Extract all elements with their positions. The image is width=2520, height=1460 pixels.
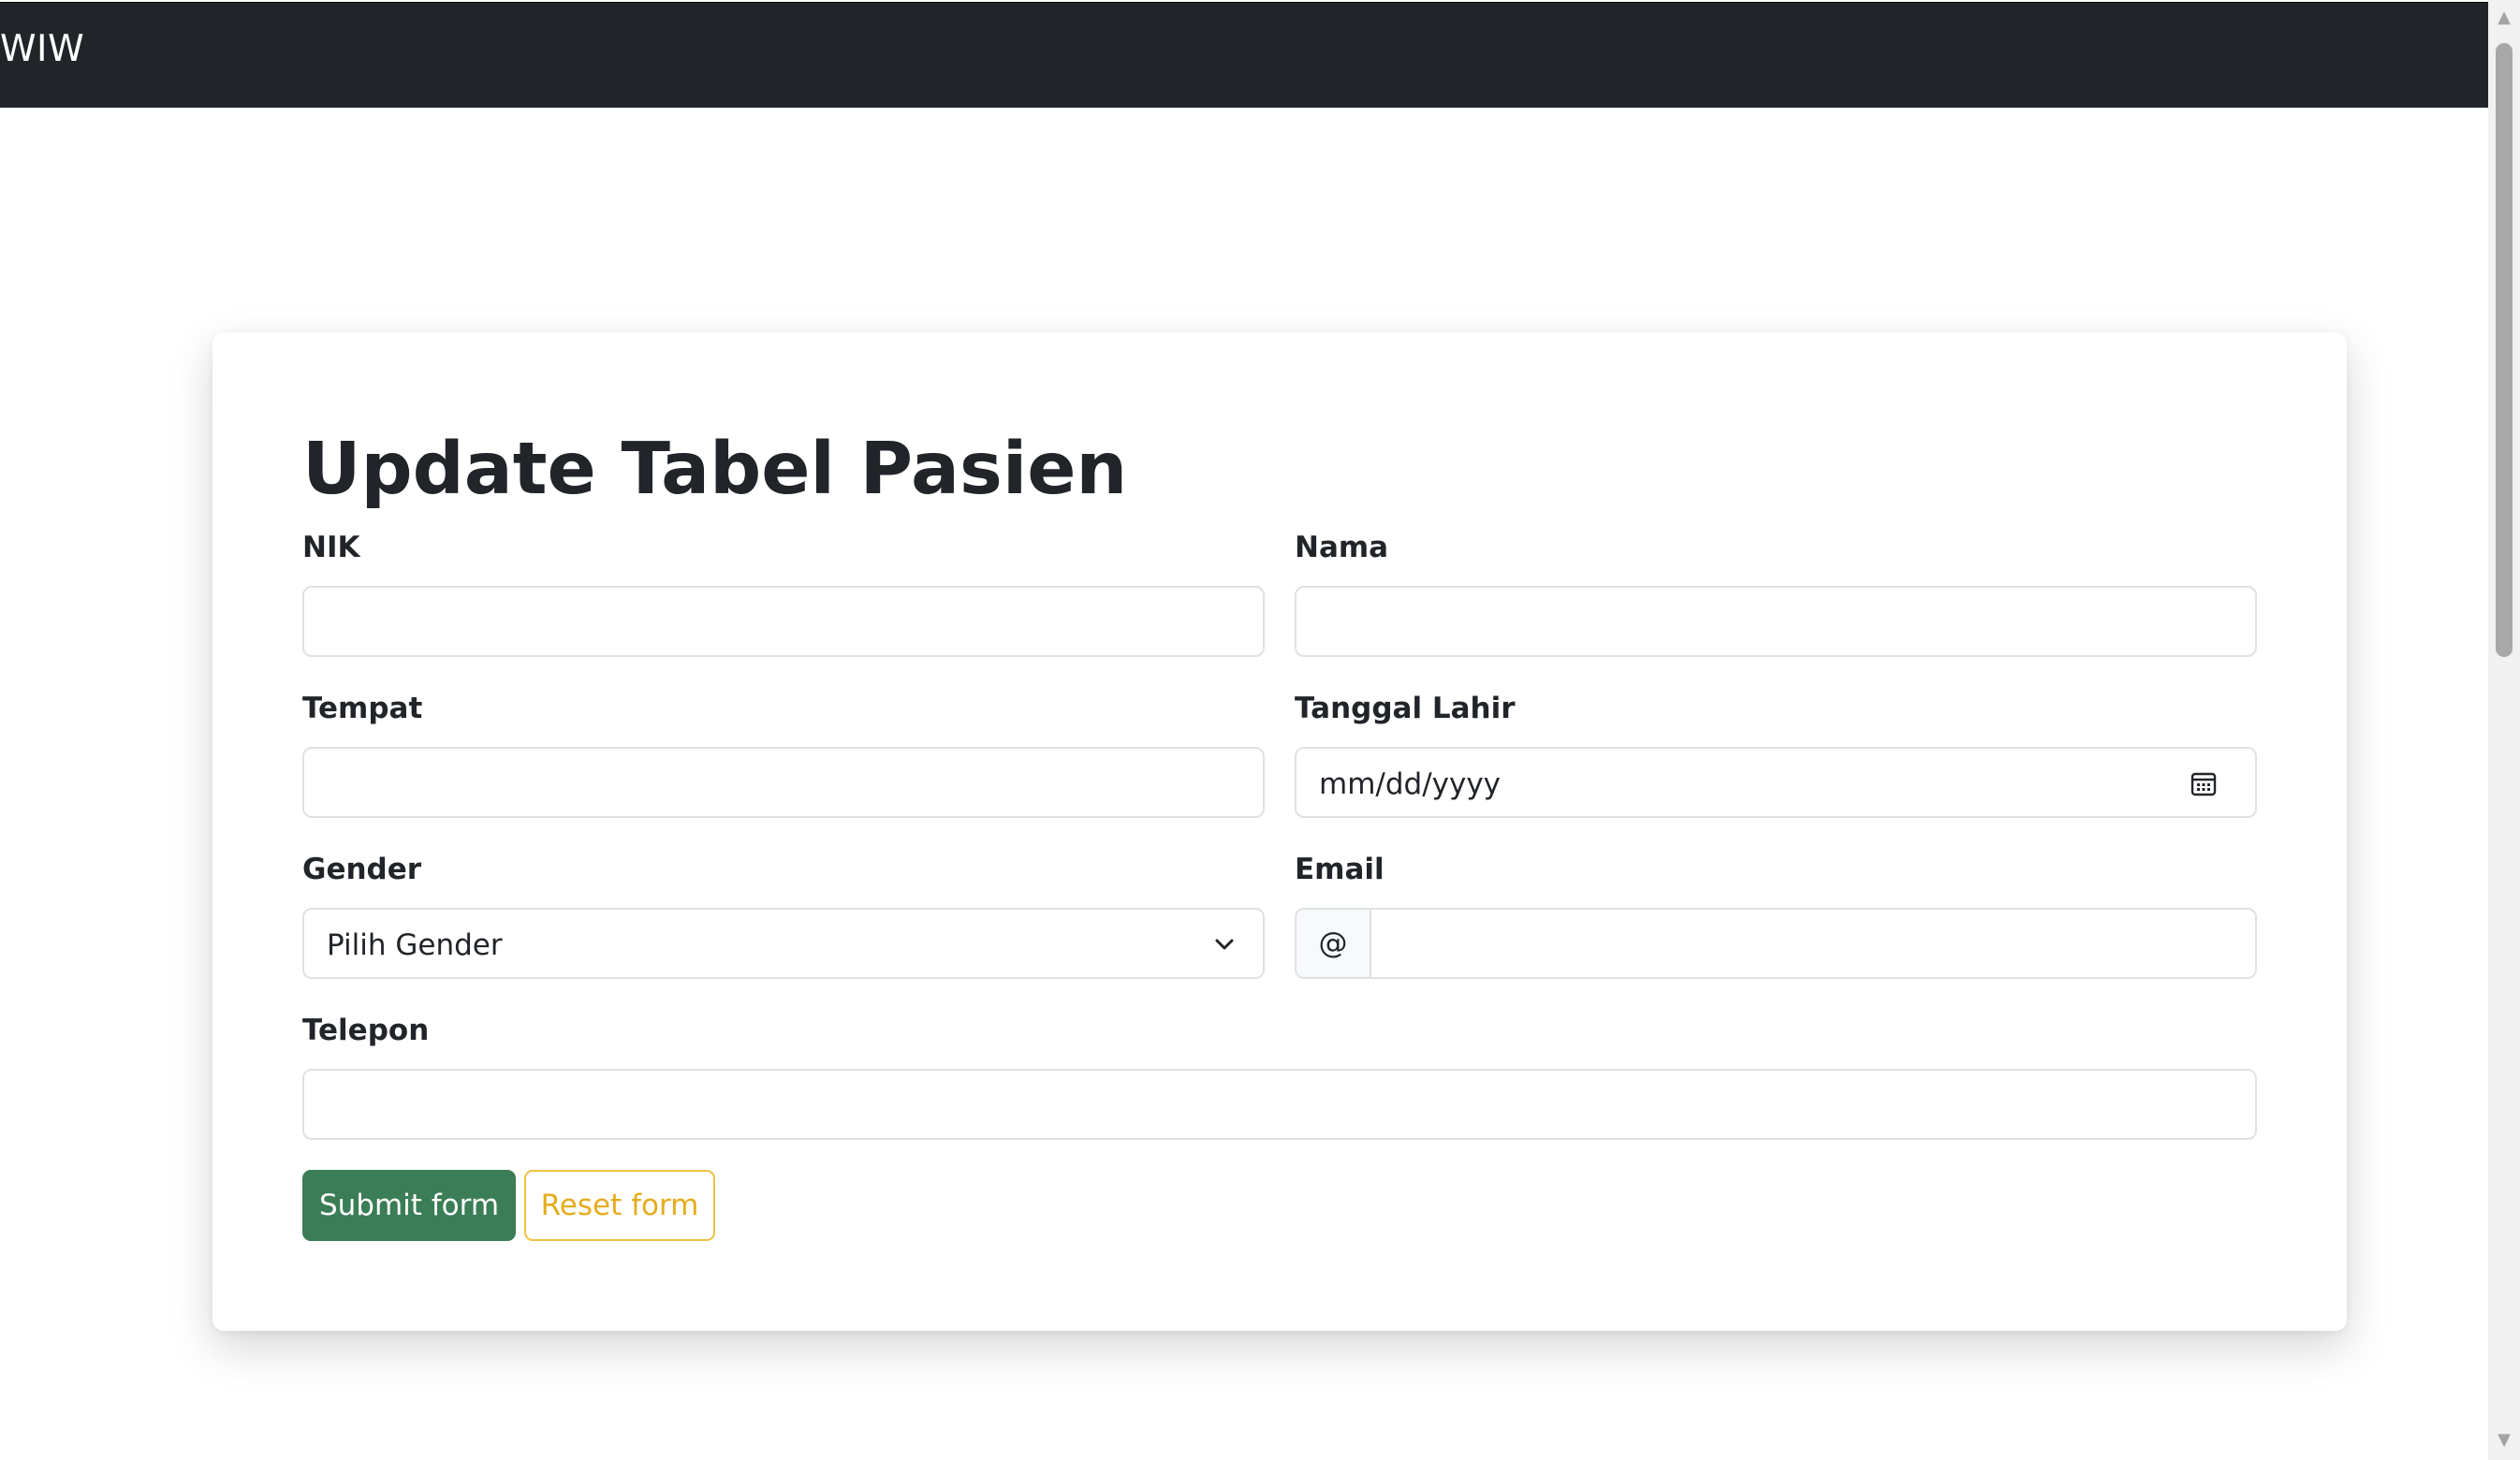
tempat-label: Tempat: [302, 692, 423, 725]
nama-input[interactable]: [1297, 588, 2255, 655]
telepon-input[interactable]: [304, 1071, 2255, 1138]
scrollbar[interactable]: ▲ ▼: [2488, 0, 2520, 1460]
tempat-input[interactable]: [304, 749, 1263, 816]
chevron-down-icon: [1215, 939, 1234, 950]
page: WIW Update Tabel Pasien NIK Nama Tempat …: [0, 0, 2520, 1460]
email-addon: @: [1297, 910, 1371, 977]
gender-label: Gender: [302, 853, 422, 886]
scroll-down-icon[interactable]: ▼: [2488, 1424, 2520, 1456]
telepon-field[interactable]: [302, 1069, 2257, 1140]
reset-button[interactable]: Reset form: [524, 1170, 715, 1241]
page-title: Update Tabel Pasien: [302, 428, 1128, 511]
email-label: Email: [1295, 853, 1385, 886]
nik-input[interactable]: [304, 588, 1263, 655]
tempat-field[interactable]: [302, 747, 1265, 818]
scroll-up-icon[interactable]: ▲: [2488, 2, 2520, 34]
form-card: Update Tabel Pasien NIK Nama Tempat Tang…: [212, 332, 2347, 1331]
email-input[interactable]: [1371, 910, 2255, 977]
tanggal-lahir-label: Tanggal Lahir: [1295, 692, 1516, 725]
navbar: WIW: [0, 2, 2488, 108]
gender-select[interactable]: Pilih Gender: [302, 908, 1265, 979]
tanggal-lahir-field[interactable]: mm/dd/yyyy: [1295, 747, 2257, 818]
nik-label: NIK: [302, 531, 360, 564]
nama-field[interactable]: [1295, 586, 2257, 657]
scroll-thumb[interactable]: [2496, 43, 2513, 657]
brand-logo[interactable]: WIW: [0, 31, 84, 67]
submit-button[interactable]: Submit form: [302, 1170, 516, 1241]
gender-selected-value: Pilih Gender: [327, 928, 503, 962]
calendar-icon[interactable]: [2190, 769, 2218, 797]
nama-label: Nama: [1295, 531, 1389, 564]
nik-field[interactable]: [302, 586, 1265, 657]
email-field[interactable]: @: [1295, 908, 2257, 979]
date-placeholder: mm/dd/yyyy: [1319, 767, 1502, 801]
telepon-label: Telepon: [302, 1014, 430, 1047]
